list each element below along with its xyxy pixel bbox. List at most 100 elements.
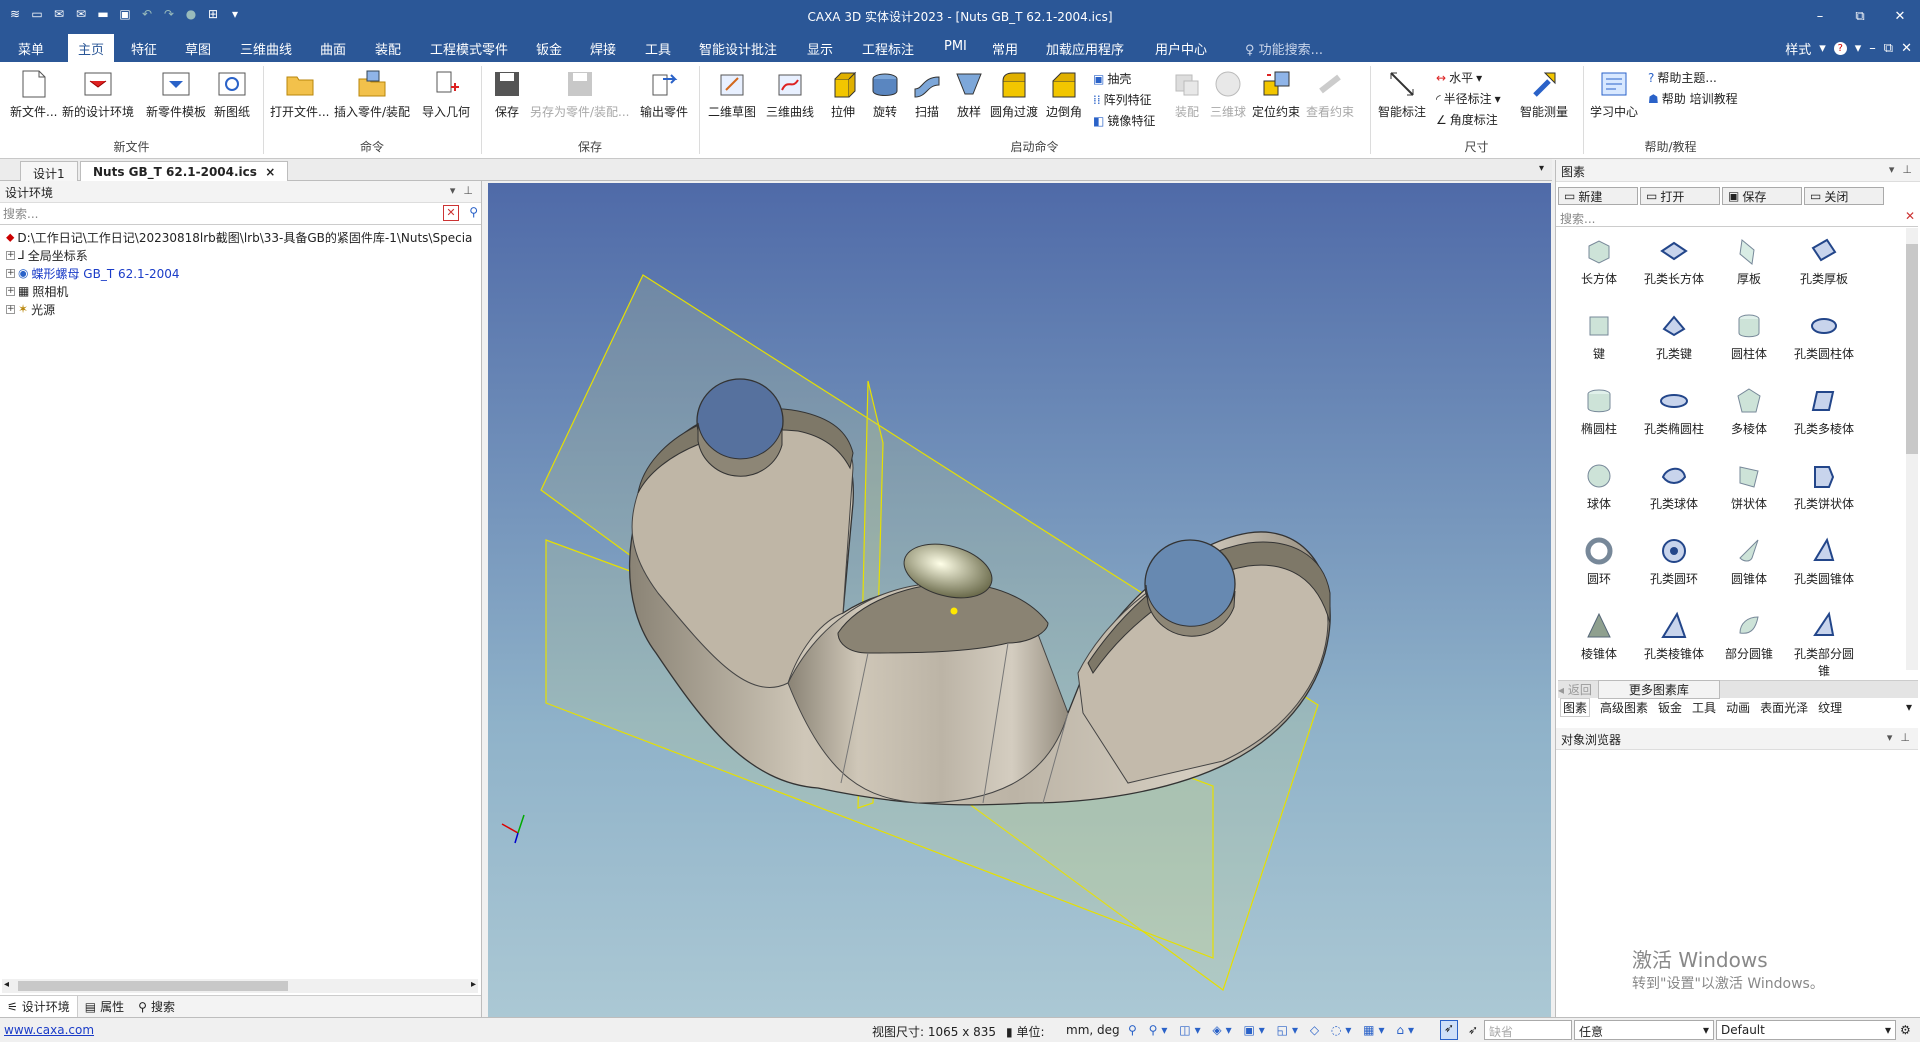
tab-feature[interactable]: 特征 bbox=[131, 39, 157, 58]
library-new-button[interactable]: ▭ 新建 bbox=[1558, 187, 1638, 205]
library-item[interactable]: 孔类多棱体 bbox=[1789, 386, 1859, 437]
insert-part-button[interactable]: 插入零件/装配 bbox=[334, 68, 410, 120]
tab-assembly[interactable]: 装配 bbox=[375, 39, 401, 58]
library-open-button[interactable]: ▭ 打开 bbox=[1640, 187, 1720, 205]
pin-icon[interactable]: ⊥ bbox=[1900, 731, 1910, 744]
library-item[interactable]: 圆环 bbox=[1564, 536, 1634, 587]
tab-smart-annotation[interactable]: 智能设计批注 bbox=[699, 39, 777, 58]
library-item[interactable]: 圆柱体 bbox=[1714, 311, 1784, 362]
help-topics-button[interactable]: ? 帮助主题... bbox=[1648, 69, 1717, 86]
library-item[interactable]: 孔类饼状体 bbox=[1789, 461, 1859, 512]
tab-display[interactable]: 显示 bbox=[807, 39, 833, 58]
open-folder-icon[interactable]: ▬ bbox=[94, 5, 112, 23]
select-pointer-icon[interactable]: ➶ bbox=[1440, 1020, 1459, 1040]
training-tutorial-button[interactable]: ☗ 帮助 培训教程 bbox=[1648, 90, 1738, 107]
tab-menu[interactable]: 菜单 bbox=[18, 39, 44, 58]
library-search-input[interactable]: 搜索... ✕ bbox=[1556, 207, 1918, 227]
new-drawing-button[interactable]: 新图纸 bbox=[214, 68, 250, 120]
library-back-button[interactable]: ◂ 返回 bbox=[1558, 681, 1592, 698]
library-item[interactable]: 椭圆柱 bbox=[1564, 386, 1634, 437]
doc-restore-icon[interactable]: ⧉ bbox=[1884, 41, 1893, 56]
tab-design-env[interactable]: ⚟ 设计环境 bbox=[0, 996, 78, 1017]
radius-dimension-button[interactable]: ◜ 半径标注 ▾ bbox=[1436, 90, 1501, 107]
scroll-thumb[interactable] bbox=[1906, 244, 1918, 454]
help-icon[interactable]: ? bbox=[1833, 42, 1847, 55]
import-geometry-button[interactable]: 导入几何 bbox=[422, 68, 470, 120]
clear-search-icon[interactable]: ✕ bbox=[1905, 209, 1915, 223]
pin-icon[interactable]: ⊥ bbox=[1902, 163, 1912, 176]
view-toolbar-icons[interactable]: ⚲ ⚲▾ ◫▾ ◈▾ ▣▾ ◱▾ ◇ ◌▾ ▦▾ ⌂▾ bbox=[1128, 1023, 1418, 1037]
view-constraint-button[interactable]: 查看约束 bbox=[1306, 68, 1354, 120]
tree-item-light[interactable]: + ✶ 光源 bbox=[0, 300, 481, 318]
new-file-button[interactable]: 新文件... bbox=[10, 68, 57, 120]
website-link[interactable]: www.caxa.com bbox=[4, 1023, 94, 1037]
library-item[interactable]: 孔类部分圆锥 bbox=[1789, 611, 1859, 679]
smart-dimension-button[interactable]: 智能标注 bbox=[1378, 68, 1426, 120]
tree-item-wing-nut[interactable]: + ◉ 蝶形螺母 GB_T 62.1-2004 bbox=[0, 264, 481, 282]
expand-icon[interactable]: + bbox=[6, 250, 15, 260]
tree-item-camera[interactable]: + ▦ 照相机 bbox=[0, 282, 481, 300]
close-icon[interactable]: × bbox=[265, 165, 275, 179]
fillet-button[interactable]: 圆角过渡 bbox=[990, 68, 1038, 120]
3d-curve-button[interactable]: 三维曲线 bbox=[766, 68, 814, 120]
library-close-button[interactable]: ▭ 关闭 bbox=[1804, 187, 1884, 205]
mail-icon[interactable]: ✉ bbox=[50, 5, 68, 23]
tab-elements[interactable]: 图素 bbox=[1560, 697, 1591, 717]
library-item[interactable]: 球体 bbox=[1564, 461, 1634, 512]
chevron-down-icon[interactable]: ▾ bbox=[1887, 731, 1893, 744]
new-file-icon[interactable]: ▭ bbox=[28, 5, 46, 23]
library-item[interactable]: 圆锥体 bbox=[1714, 536, 1784, 587]
library-item[interactable]: 键 bbox=[1564, 311, 1634, 362]
stop-icon[interactable]: ● bbox=[182, 5, 200, 23]
library-item[interactable]: 厚板 bbox=[1714, 236, 1784, 287]
minimize-button[interactable]: – bbox=[1800, 0, 1840, 32]
chamfer-button[interactable]: 边倒角 bbox=[1046, 68, 1082, 120]
3d-ball-button[interactable]: 三维球 bbox=[1210, 68, 1246, 120]
new-part-template-button[interactable]: 新零件模板 bbox=[146, 68, 206, 120]
filter-icon[interactable]: ⚲ bbox=[469, 205, 478, 219]
library-save-button[interactable]: ▣ 保存 bbox=[1722, 187, 1802, 205]
2d-sketch-button[interactable]: 二维草图 bbox=[708, 68, 756, 120]
style-select[interactable]: Default ▾ bbox=[1716, 1020, 1896, 1040]
tree-item-global-coord[interactable]: + ⅃ 全局坐标系 bbox=[0, 246, 481, 264]
expand-icon[interactable]: + bbox=[6, 304, 15, 314]
new-design-env-button[interactable]: 新的设计环境 bbox=[62, 68, 134, 120]
tab-common[interactable]: 常用 bbox=[992, 39, 1018, 58]
save-as-part-button[interactable]: 另存为零件/装配... bbox=[530, 68, 630, 120]
library-item[interactable]: 棱锥体 bbox=[1564, 611, 1634, 662]
tabs-dropdown-icon[interactable]: ▾ bbox=[1539, 163, 1544, 174]
library-item[interactable]: 孔类圆柱体 bbox=[1789, 311, 1859, 362]
sweep-button[interactable]: 扫描 bbox=[912, 68, 942, 120]
library-item[interactable]: 孔类键 bbox=[1639, 311, 1709, 362]
settings-icon[interactable]: ⚙ bbox=[1900, 1023, 1911, 1037]
tab-welding[interactable]: 焊接 bbox=[590, 39, 616, 58]
doc-close-icon[interactable]: ✕ bbox=[1901, 41, 1912, 56]
tab-advanced-elements[interactable]: 高级图素 bbox=[1600, 699, 1648, 716]
redo-icon[interactable]: ↷ bbox=[160, 5, 178, 23]
library-item[interactable]: 孔类椭圆柱 bbox=[1639, 386, 1709, 437]
tab-tools[interactable]: 工具 bbox=[1692, 699, 1716, 716]
chevron-down-icon[interactable]: ▾ bbox=[1906, 700, 1912, 714]
pattern-feature-button[interactable]: ⁞⁞ 阵列特征 bbox=[1093, 91, 1152, 108]
tab-pmi[interactable]: PMI bbox=[944, 39, 967, 54]
tab-sheet-metal[interactable]: 钣金 bbox=[1658, 699, 1682, 716]
cursor-icon[interactable]: ➶ bbox=[1468, 1023, 1478, 1037]
undo-icon[interactable]: ↶ bbox=[138, 5, 156, 23]
save-icon[interactable]: ▣ bbox=[116, 5, 134, 23]
smart-measure-button[interactable]: 智能测量 bbox=[1520, 68, 1568, 120]
expand-icon[interactable]: + bbox=[6, 268, 15, 278]
library-item[interactable]: 孔类厚板 bbox=[1789, 236, 1859, 287]
dropdown-icon[interactable]: ▾ bbox=[226, 5, 244, 23]
tab-search[interactable]: ⚲ 搜索 bbox=[131, 996, 182, 1017]
library-item[interactable]: 孔类球体 bbox=[1639, 461, 1709, 512]
horizontal-dimension-button[interactable]: ↔ 水平 ▾ bbox=[1436, 69, 1482, 86]
scroll-right-icon[interactable]: ▸ bbox=[471, 979, 476, 990]
chevron-down-icon[interactable]: ▾ bbox=[450, 184, 456, 197]
scroll-left-icon[interactable]: ◂ bbox=[4, 979, 9, 990]
shell-button[interactable]: ▣ 抽壳 bbox=[1093, 70, 1131, 87]
open-file-button[interactable]: 打开文件... bbox=[270, 68, 329, 120]
style-menu[interactable]: 样式 bbox=[1785, 39, 1811, 58]
doc-tab-nuts[interactable]: Nuts GB_T 62.1-2004.ics × bbox=[80, 161, 289, 181]
envelope-icon[interactable]: ✉ bbox=[72, 5, 90, 23]
tab-sheet-metal[interactable]: 钣金 bbox=[536, 39, 562, 58]
